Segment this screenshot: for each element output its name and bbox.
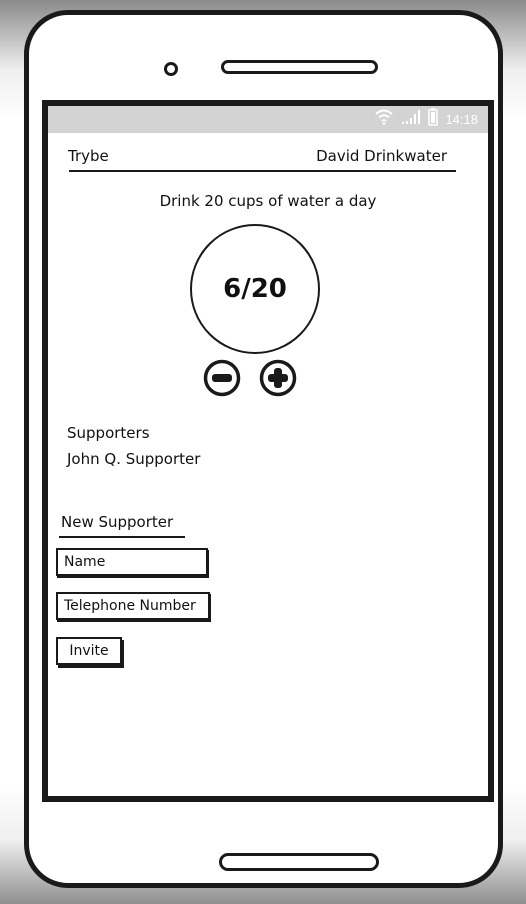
wifi-icon <box>374 109 394 129</box>
supporter-item[interactable]: John Q. Supporter <box>67 450 200 468</box>
header-divider <box>69 170 456 172</box>
signal-icon <box>401 109 421 129</box>
app-title: Trybe <box>68 147 109 165</box>
goal-text: Drink 20 cups of water a day <box>159 192 377 210</box>
progress-label: 6/20 <box>223 274 287 304</box>
user-name[interactable]: David Drinkwater <box>316 147 447 165</box>
status-time: 14:18 <box>445 111 478 127</box>
decrement-button[interactable] <box>203 359 241 397</box>
battery-icon <box>428 108 439 130</box>
status-bar: 14:18 <box>48 106 488 133</box>
home-button[interactable] <box>219 853 379 871</box>
new-supporter-heading: New Supporter <box>61 513 174 531</box>
name-field[interactable] <box>56 548 208 576</box>
increment-button[interactable] <box>259 359 297 397</box>
camera-icon <box>164 62 178 76</box>
invite-button[interactable]: Invite <box>56 637 122 665</box>
new-supporter-underline <box>59 536 185 538</box>
phone-screen: 14:18 Trybe David Drinkwater Drink 20 cu… <box>42 100 494 802</box>
progress-counter: 6/20 <box>190 224 320 354</box>
stage: 14:18 Trybe David Drinkwater Drink 20 cu… <box>0 0 526 904</box>
plus-circle-icon <box>259 359 297 397</box>
telephone-field[interactable] <box>56 592 210 620</box>
speaker-slot <box>221 60 378 74</box>
minus-circle-icon <box>203 359 241 397</box>
status-icons: 14:18 <box>374 108 478 130</box>
supporters-heading: Supporters <box>67 424 150 442</box>
